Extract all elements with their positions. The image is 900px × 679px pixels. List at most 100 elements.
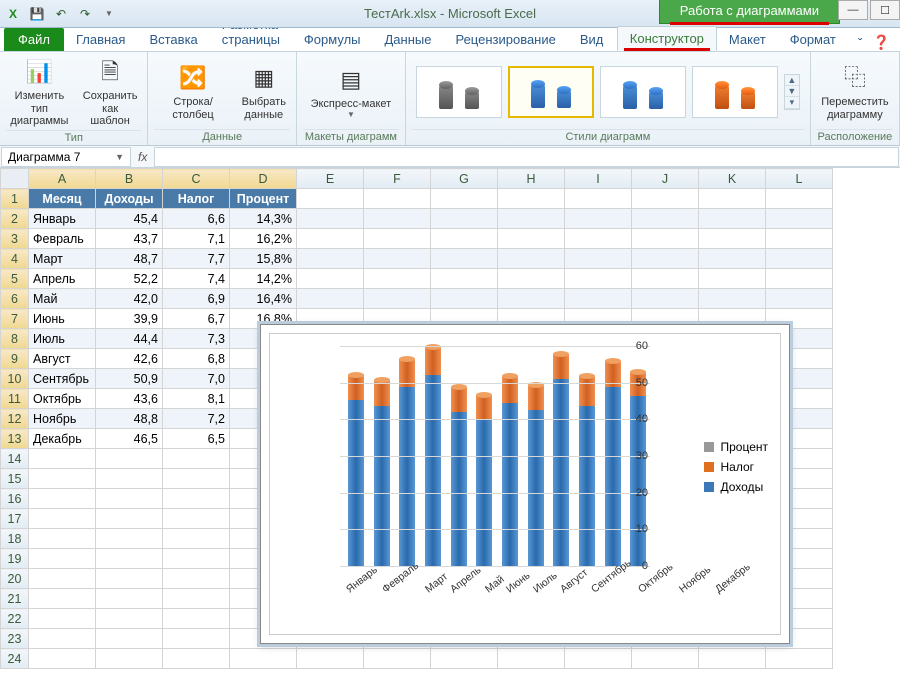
cell[interactable]: 7,7 (163, 249, 230, 269)
tab-format[interactable]: Формат (778, 28, 848, 51)
change-chart-type-button[interactable]: 📊 Изменить тип диаграммы (6, 54, 73, 130)
chart-bar[interactable] (474, 395, 494, 566)
cell[interactable] (431, 269, 498, 289)
cell[interactable] (29, 629, 96, 649)
cell[interactable] (632, 269, 699, 289)
cell[interactable] (565, 229, 632, 249)
cell[interactable]: 44,4 (96, 329, 163, 349)
cell[interactable] (96, 549, 163, 569)
cell[interactable] (163, 449, 230, 469)
cell[interactable] (565, 189, 632, 209)
cell[interactable]: 50,9 (96, 369, 163, 389)
chart-style-2[interactable] (508, 66, 594, 118)
cell[interactable] (766, 189, 833, 209)
cell[interactable] (632, 229, 699, 249)
cell[interactable]: 45,4 (96, 209, 163, 229)
cell[interactable] (431, 649, 498, 669)
cell[interactable] (498, 209, 565, 229)
undo-icon[interactable]: ↶ (52, 5, 70, 23)
cell[interactable] (766, 269, 833, 289)
cell[interactable] (163, 469, 230, 489)
cell[interactable]: Март (29, 249, 96, 269)
cell[interactable]: 6,6 (163, 209, 230, 229)
column-header[interactable]: E (297, 169, 364, 189)
chart-bar[interactable] (577, 376, 597, 566)
row-header[interactable]: 23 (1, 629, 29, 649)
cell[interactable]: 7,1 (163, 229, 230, 249)
cell[interactable] (96, 649, 163, 669)
cell[interactable] (163, 609, 230, 629)
fx-icon[interactable]: fx (132, 150, 153, 164)
cell[interactable] (498, 269, 565, 289)
cell[interactable] (431, 209, 498, 229)
cell[interactable] (565, 209, 632, 229)
column-header[interactable]: D (230, 169, 297, 189)
cell[interactable] (96, 469, 163, 489)
cell[interactable]: Июль (29, 329, 96, 349)
cell[interactable] (699, 289, 766, 309)
cell[interactable]: 7,2 (163, 409, 230, 429)
chart-bar[interactable] (603, 361, 623, 566)
tab-data[interactable]: Данные (373, 28, 444, 51)
row-header[interactable]: 22 (1, 609, 29, 629)
column-header[interactable]: I (565, 169, 632, 189)
select-all-corner[interactable] (1, 169, 29, 189)
row-header[interactable]: 15 (1, 469, 29, 489)
cell[interactable]: 6,5 (163, 429, 230, 449)
cell[interactable] (29, 489, 96, 509)
cell[interactable] (163, 489, 230, 509)
cell[interactable] (565, 249, 632, 269)
cell[interactable]: 39,9 (96, 309, 163, 329)
cell[interactable] (29, 509, 96, 529)
cell[interactable]: Январь (29, 209, 96, 229)
minimize-ribbon-icon[interactable]: ˇ (858, 35, 863, 51)
chart-bar[interactable] (500, 376, 520, 566)
cell[interactable]: Месяц (29, 189, 96, 209)
move-chart-button[interactable]: ⿻ Переместить диаграмму (817, 60, 892, 123)
cell[interactable] (364, 189, 431, 209)
cell[interactable]: 7,3 (163, 329, 230, 349)
cell[interactable] (29, 529, 96, 549)
tab-file[interactable]: Файл (4, 28, 64, 51)
row-header[interactable]: 4 (1, 249, 29, 269)
row-header[interactable]: 2 (1, 209, 29, 229)
cell[interactable] (29, 649, 96, 669)
cell[interactable] (699, 249, 766, 269)
chart-bar[interactable] (449, 387, 469, 566)
cell[interactable] (297, 209, 364, 229)
cell[interactable] (699, 209, 766, 229)
cell[interactable]: Сентябрь (29, 369, 96, 389)
cell[interactable] (498, 229, 565, 249)
cell[interactable] (163, 589, 230, 609)
cell[interactable] (29, 449, 96, 469)
cell[interactable]: 6,7 (163, 309, 230, 329)
cell[interactable]: Ноябрь (29, 409, 96, 429)
formula-input[interactable] (154, 147, 899, 167)
select-data-button[interactable]: ▦ Выбрать данные (238, 60, 290, 123)
cell[interactable] (632, 209, 699, 229)
column-header[interactable]: C (163, 169, 230, 189)
tab-home[interactable]: Главная (64, 28, 137, 51)
cell[interactable]: Процент (230, 189, 297, 209)
tab-formulas[interactable]: Формулы (292, 28, 373, 51)
cell[interactable] (364, 289, 431, 309)
cell[interactable]: 42,0 (96, 289, 163, 309)
cell[interactable] (29, 569, 96, 589)
row-header[interactable]: 21 (1, 589, 29, 609)
cell[interactable]: 42,6 (96, 349, 163, 369)
cell[interactable] (96, 589, 163, 609)
row-header[interactable]: 8 (1, 329, 29, 349)
minimize-button[interactable]: — (838, 0, 868, 20)
cell[interactable]: Апрель (29, 269, 96, 289)
cell[interactable] (297, 269, 364, 289)
maximize-button[interactable]: ☐ (870, 0, 900, 20)
chart-legend[interactable]: Процент Налог Доходы (704, 434, 768, 500)
cell[interactable] (96, 629, 163, 649)
help-icon[interactable]: ❓ (873, 34, 890, 51)
cell[interactable]: 8,1 (163, 389, 230, 409)
redo-icon[interactable]: ↷ (76, 5, 94, 23)
cell[interactable] (96, 489, 163, 509)
save-template-button[interactable]: 🗎 Сохранить как шаблон (79, 54, 142, 130)
row-header[interactable]: 1 (1, 189, 29, 209)
cell[interactable] (498, 289, 565, 309)
